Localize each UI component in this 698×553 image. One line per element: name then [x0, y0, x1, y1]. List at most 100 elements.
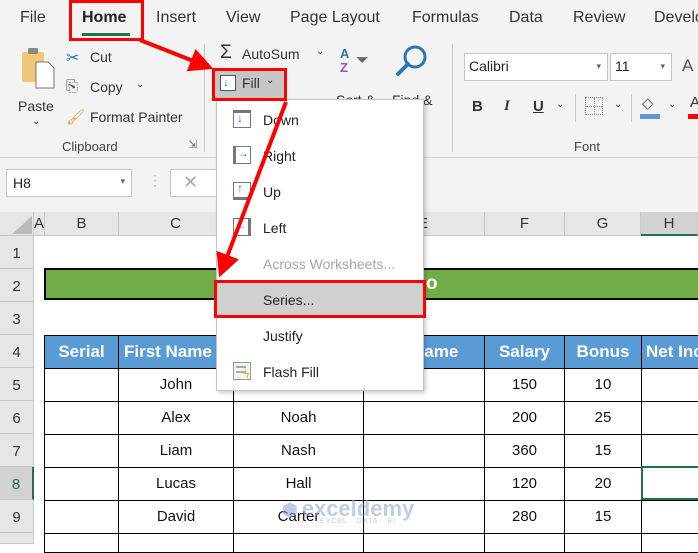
table-cell[interactable] [484, 533, 565, 553]
row-header-4[interactable]: 4 [0, 335, 34, 368]
table-cell[interactable]: 10 [564, 368, 642, 402]
column-header-a[interactable]: A [34, 212, 45, 236]
menu-item-label: Justify [263, 328, 303, 344]
column-header-g[interactable]: G [565, 212, 641, 236]
row-header-1[interactable]: 1 [0, 236, 34, 269]
table-cell[interactable]: 120 [484, 467, 565, 501]
table-cell[interactable] [564, 533, 642, 553]
tab-view[interactable]: View [226, 9, 260, 27]
menu-item-series[interactable]: Series... [217, 282, 423, 318]
increase-font-size-icon[interactable]: A [682, 56, 693, 76]
column-header-f[interactable]: F [485, 212, 565, 236]
italic-button[interactable]: I [504, 98, 510, 115]
fill-color-dropdown-icon[interactable]: ⌄ [668, 99, 676, 110]
menu-item-label: Series... [263, 292, 315, 308]
clipboard-group-label: Clipboard [62, 139, 118, 154]
column-header-h[interactable]: H [641, 212, 698, 236]
font-color-button[interactable]: A [688, 94, 698, 120]
borders-button[interactable] [585, 97, 603, 115]
fill-color-button[interactable]: ◇ [640, 94, 662, 120]
copy-dropdown-icon[interactable]: ⌄ [136, 79, 144, 90]
table-cell[interactable]: 200 [484, 401, 565, 435]
table-cell[interactable]: 360 [484, 434, 565, 468]
table-cell[interactable] [363, 434, 485, 468]
table-cell[interactable]: 25 [564, 401, 642, 435]
tab-developer[interactable]: Develo [654, 9, 698, 27]
scissors-icon: ✂ [66, 50, 80, 67]
cut-button[interactable]: ✂ Cut [66, 48, 146, 68]
table-cell[interactable]: 15 [564, 434, 642, 468]
tab-file[interactable]: File [20, 9, 46, 27]
name-box[interactable]: H8 ▾ [6, 169, 132, 197]
row-header-2[interactable]: 2 [0, 269, 34, 302]
table-cell[interactable]: Noah [233, 401, 364, 435]
table-cell[interactable] [363, 533, 485, 553]
menu-item-flash-fill[interactable]: ϟ Flash Fill [217, 354, 423, 390]
tab-insert[interactable]: Insert [156, 9, 196, 27]
clipboard-launcher-icon[interactable]: ⇲ [188, 138, 197, 151]
paste-dropdown-icon[interactable]: ⌄ [32, 116, 40, 127]
table-cell[interactable] [641, 368, 698, 402]
table-cell[interactable]: David [118, 500, 234, 534]
borders-dropdown-icon[interactable]: ⌄ [614, 99, 622, 110]
table-cell[interactable] [363, 401, 485, 435]
tab-formulas[interactable]: Formulas [412, 9, 479, 27]
table-cell[interactable]: Lucas [118, 467, 234, 501]
tab-data[interactable]: Data [509, 9, 543, 27]
bold-button[interactable]: B [472, 98, 483, 115]
table-cell[interactable] [233, 533, 364, 553]
row-header-7[interactable]: 7 [0, 434, 34, 467]
table-cell[interactable] [44, 467, 119, 501]
table-cell[interactable] [641, 401, 698, 435]
table-cell[interactable]: Nash [233, 434, 364, 468]
format-painter-button[interactable]: 🖌 Format Painter [66, 108, 196, 128]
table-cell[interactable]: 20 [564, 467, 642, 501]
menu-item-justify[interactable]: Justify [217, 318, 423, 354]
table-cell[interactable]: 280 [484, 500, 565, 534]
font-name-combo[interactable]: Calibri ▾ [464, 53, 608, 81]
copy-button[interactable]: ⎘ Copy ⌄ [66, 78, 156, 98]
underline-button[interactable]: U [533, 98, 544, 115]
table-cell[interactable] [118, 533, 234, 553]
underline-dropdown-icon[interactable]: ⌄ [556, 99, 564, 110]
table-cell[interactable]: 150 [484, 368, 565, 402]
menu-item-right[interactable]: → Right [217, 138, 423, 174]
paint-bucket-icon: ◇ [642, 95, 654, 112]
column-header-b[interactable]: B [45, 212, 119, 236]
autosum-dropdown-icon[interactable]: ⌄ [316, 46, 324, 57]
select-all-corner[interactable] [0, 212, 34, 236]
row-header-6[interactable]: 6 [0, 401, 34, 434]
table-cell[interactable]: Liam [118, 434, 234, 468]
selected-cell-h8[interactable] [641, 466, 698, 500]
row-header-3[interactable]: 3 [0, 302, 34, 335]
row-header-10[interactable] [0, 533, 34, 544]
row-header-8[interactable]: 8 [0, 467, 34, 500]
font-size-combo[interactable]: 11 ▾ [610, 53, 672, 81]
tab-page-layout[interactable]: Page Layout [290, 9, 380, 27]
row-header-5[interactable]: 5 [0, 368, 34, 401]
table-cell[interactable] [44, 533, 119, 553]
table-cell[interactable] [44, 500, 119, 534]
menu-item-down[interactable]: ↓ Down [217, 102, 423, 138]
table-cell[interactable] [44, 434, 119, 468]
menu-item-left[interactable]: ← Left [217, 210, 423, 246]
table-cell[interactable] [44, 368, 119, 402]
font-color-icon: A [690, 94, 698, 111]
cancel-icon[interactable]: ✕ [183, 172, 198, 193]
table-cell[interactable] [44, 401, 119, 435]
find-select-button[interactable]: Find & [392, 44, 442, 108]
sort-filter-button[interactable]: A Z ⏷ Sort & [336, 46, 384, 108]
menu-item-up[interactable]: ↑ Up [217, 174, 423, 210]
table-cell[interactable]: Alex [118, 401, 234, 435]
paste-button[interactable]: Paste ⌄ [16, 46, 60, 127]
table-cell[interactable] [641, 434, 698, 468]
tab-review[interactable]: Review [573, 9, 625, 27]
autosum-button[interactable]: Σ AutoSum ⌄ [220, 42, 330, 66]
paintbrush-icon: 🖌 [66, 109, 86, 126]
fill-button[interactable]: ↓ Fill ⌄ [214, 70, 284, 98]
row-header-9[interactable]: 9 [0, 500, 34, 533]
tab-home[interactable]: Home [82, 9, 126, 27]
table-cell[interactable] [641, 500, 698, 534]
table-cell[interactable] [641, 533, 698, 553]
table-cell[interactable]: 15 [564, 500, 642, 534]
